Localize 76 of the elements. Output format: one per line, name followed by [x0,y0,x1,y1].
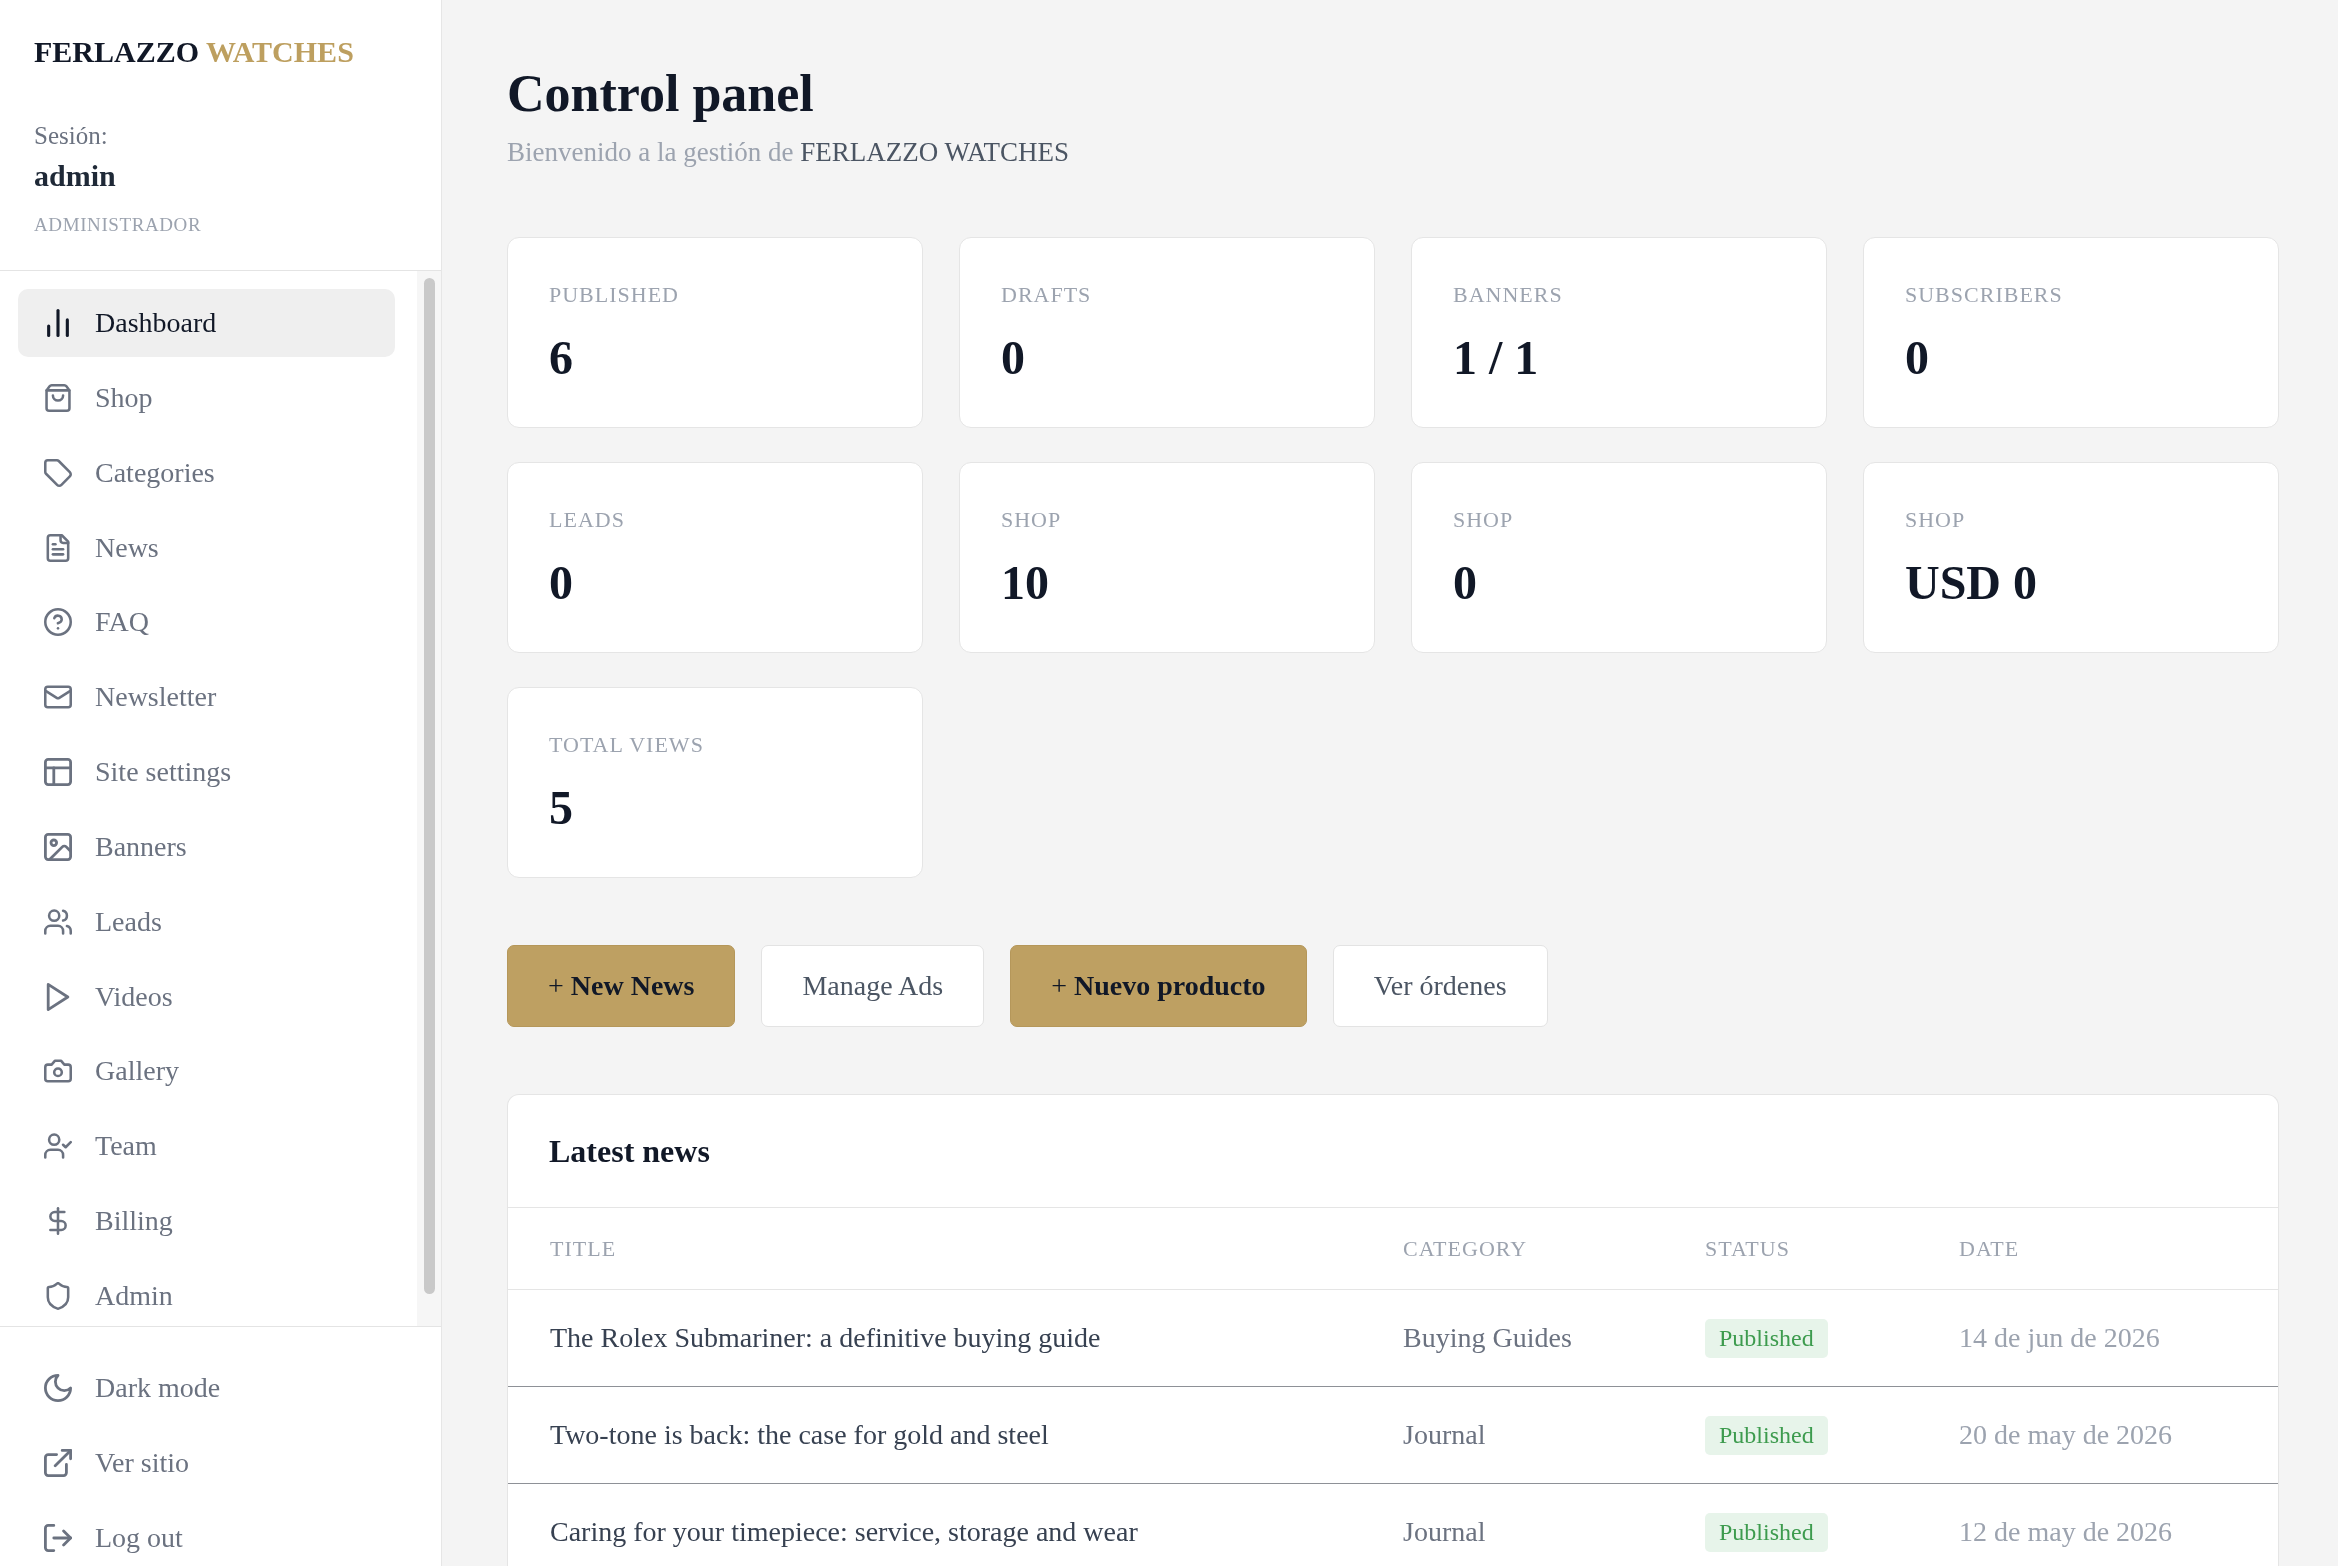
stat-label: DRAFTS [1001,282,1092,308]
table-cell-text: Caring for your timepiece: service, storage and wear [550,1515,1138,1549]
nav-item[interactable]: Billing [18,1187,395,1256]
bar-chart-icon [44,309,72,337]
nav-item[interactable]: Admin [18,1261,395,1326]
users-icon [44,907,72,936]
nav-item[interactable]: Dashboard [18,289,395,357]
shopping-bag-icon [44,383,72,412]
column-header: TITLE [550,1234,617,1263]
action-button[interactable]: + New News [507,945,736,1027]
stat-label: SHOP [1905,507,1966,533]
stat-value: 0 [1453,555,1477,610]
sidebar-link[interactable]: Log out [18,1510,419,1566]
user-check-icon [44,1132,72,1161]
table-cell-text: 14 de jun de 2026 [1959,1321,2160,1355]
document-icon [44,533,72,562]
stat-value: 0 [1905,330,1929,385]
stat-value: 10 [1001,555,1049,610]
table-cell-text: 12 de may de 2026 [1959,1515,2173,1549]
stat-label: BANNERS [1453,282,1563,308]
stat-value: 0 [1001,330,1025,385]
nav-item[interactable]: Newsletter [18,663,395,732]
action-button[interactable]: Manage Ads [761,945,985,1027]
page-title: Control panel [507,64,814,124]
stat-value: USD 0 [1905,555,2038,610]
table-cell-text: Journal [1403,1515,1486,1549]
sidebar-link[interactable]: Ver sitio [18,1435,419,1491]
column-header: DATE [1959,1234,2020,1263]
stat-value: 5 [549,780,573,835]
nav-item[interactable]: Shop [18,363,395,432]
stat-label: TOTAL VIEWS [549,732,704,758]
status-badge: Published [1705,1415,1828,1455]
tag-icon [44,458,72,487]
status-badge: Published [1705,1318,1828,1358]
nav-item[interactable]: Site settings [18,738,395,807]
stat-value: 0 [549,555,573,610]
shield-icon [44,1281,72,1310]
scrollbar-thumb[interactable] [424,278,435,1294]
table-cell-text: Buying Guides [1403,1321,1572,1355]
nav-item[interactable]: Leads [18,887,395,956]
column-header: CATEGORY [1403,1234,1528,1263]
layout-icon [44,758,72,787]
nav-item[interactable]: Gallery [18,1037,395,1106]
nav-item[interactable]: FAQ [18,588,395,657]
user-role: ADMINISTRADOR [34,213,202,237]
brand-logo: FERLAZZO WATCHES [34,34,354,70]
moon-icon [44,1374,72,1402]
stat-value: 6 [549,330,573,385]
nav-item[interactable]: Videos [18,962,395,1031]
stat-value: 1 / 1 [1453,330,1539,385]
card-title: Latest news [549,1132,710,1171]
stat-label: LEADS [549,507,625,533]
stat-label: SUBSCRIBERS [1905,282,2063,308]
play-icon [44,982,72,1011]
stat-label: SHOP [1453,507,1514,533]
stat-label: PUBLISHED [549,282,679,308]
question-circle-icon [44,608,72,637]
nav-item[interactable]: Categories [18,438,395,507]
status-badge: Published [1705,1512,1828,1552]
welcome-subtitle: Bienvenido a la gestión de FERLAZZO WATCHES [507,136,1069,169]
action-button[interactable]: + Nuevo producto [1010,945,1307,1027]
table-cell-text: Journal [1403,1418,1486,1452]
action-button[interactable]: Ver órdenes [1332,945,1548,1027]
nav-item[interactable]: News [18,513,395,582]
external-link-icon [44,1449,72,1477]
user-name: admin [34,158,116,194]
nav-item[interactable]: Team [18,1112,395,1181]
session-label: Sesión: [34,121,108,151]
stat-label: SHOP [1001,507,1062,533]
nav-item[interactable]: Banners [18,812,395,881]
table-cell-text: 20 de may de 2026 [1959,1418,2173,1452]
sidebar-link[interactable]: Dark mode [18,1360,419,1416]
picture-icon [44,832,72,861]
table-cell-text: The Rolex Submariner: a definitive buying guide [550,1321,1101,1355]
column-header: STATUS [1705,1234,1790,1263]
table-cell-text: Two-tone is back: the case for gold and steel [550,1418,1049,1452]
